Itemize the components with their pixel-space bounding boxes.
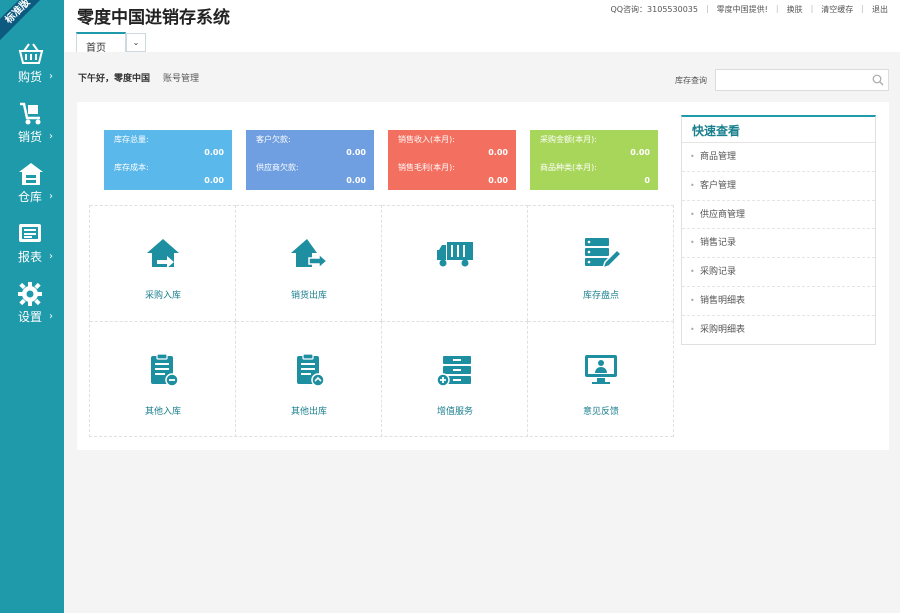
quick-item-purchase-records[interactable]: 采购记录: [682, 258, 875, 287]
stat-value: 0.00: [346, 148, 366, 157]
chevron-right-icon: ›: [49, 251, 53, 262]
sidebar-item-reports[interactable]: 报表 ›: [0, 222, 64, 280]
stat-value: 0.00: [488, 148, 508, 157]
tab-dropdown-button[interactable]: ⌄: [126, 33, 146, 52]
sidebar-item-purchase[interactable]: 购货 ›: [0, 42, 64, 100]
greeting-text: 下午好，零度中国: [78, 74, 151, 84]
tile-value-added[interactable]: 增值服务: [382, 321, 528, 437]
tile-sales-out[interactable]: 销货出库: [236, 205, 382, 321]
stat-value: 0.00: [204, 176, 224, 185]
stat-card-sales: 销售收入(本月): 0.00 销售毛利(本月): 0.00: [388, 130, 516, 190]
report-icon: [18, 222, 44, 246]
stack-edit-icon: [581, 236, 623, 272]
tile-label: 采购入库: [144, 291, 181, 301]
tile-other-out[interactable]: 其他出库: [236, 321, 382, 437]
provider-link[interactable]: 零度中国提供!: [717, 4, 768, 15]
tile-label: 库存盘点: [582, 291, 619, 301]
top-links: QQ咨询：3105530035 | 零度中国提供! | 换肤 | 清空缓存 | …: [610, 4, 888, 15]
clipboard-in-icon: [143, 352, 183, 388]
stat-label: 库存成本:: [114, 163, 149, 172]
tile-other-in[interactable]: 其他入库: [90, 321, 236, 437]
stat-label: 销售毛利(本月):: [398, 163, 455, 172]
sidebar-item-sales[interactable]: 销货 ›: [0, 102, 64, 160]
chevron-right-icon: ›: [49, 311, 53, 322]
sidebar-item-settings[interactable]: 设置 ›: [0, 282, 64, 340]
stat-label: 销售收入(本月):: [398, 135, 455, 144]
stat-label: 客户欠款:: [256, 135, 291, 144]
sidebar-item-label: 仓库: [18, 190, 43, 204]
tile-label: 增值服务: [436, 407, 473, 417]
stat-value: 0.00: [488, 176, 508, 185]
stock-search-box: [715, 69, 889, 91]
quick-item-products[interactable]: 商品管理: [682, 143, 875, 172]
stat-label: 采购金额(本月):: [540, 135, 597, 144]
chevron-right-icon: ›: [49, 191, 53, 202]
tile-label: 其他出库: [290, 407, 327, 417]
warehouse-icon: [18, 162, 44, 186]
stat-card-debts: 客户欠款: 0.00 供应商欠款: 0.00: [246, 130, 374, 190]
sidebar-item-label: 购货: [18, 70, 43, 84]
tile-stocktake[interactable]: 库存盘点: [528, 205, 674, 321]
quick-item-sales-detail[interactable]: 销售明细表: [682, 287, 875, 316]
chevron-right-icon: ›: [49, 131, 53, 142]
tile-transport[interactable]: [382, 205, 528, 321]
shortcut-grid: 采购入库 销货出库 库存盘点 其他入库 其他出库 增值服务 意见反馈: [89, 205, 674, 437]
search-icon[interactable]: [872, 74, 884, 86]
stat-label: 商品种类(本月):: [540, 163, 597, 172]
quick-item-customers[interactable]: 客户管理: [682, 172, 875, 201]
sidebar-item-label: 报表: [18, 250, 43, 264]
monitor-user-icon: [581, 352, 621, 388]
gear-icon: [18, 282, 44, 306]
truck-icon: [435, 236, 475, 272]
tile-purchase-in[interactable]: 采购入库: [90, 205, 236, 321]
quick-item-purchase-detail[interactable]: 采购明细表: [682, 316, 875, 345]
account-manage-link[interactable]: 账号管理: [163, 71, 199, 84]
chevron-right-icon: ›: [49, 71, 53, 82]
tile-label: 销货出库: [290, 291, 327, 301]
tile-label: 意见反馈: [582, 407, 619, 417]
qq-contact-link[interactable]: QQ咨询：3105530035: [610, 4, 698, 15]
stat-label: 供应商欠款:: [256, 163, 299, 172]
tile-feedback[interactable]: 意见反馈: [528, 321, 674, 437]
stat-value: 0: [644, 176, 650, 185]
quick-view-panel: 快速查看 商品管理 客户管理 供应商管理 销售记录 采购记录 销售明细表 采购明…: [681, 115, 876, 345]
stock-search-input[interactable]: [716, 70, 866, 90]
quick-view-title: 快速查看: [682, 117, 875, 143]
edition-badge: 标准版: [0, 0, 52, 46]
sidebar-item-warehouse[interactable]: 仓库 ›: [0, 162, 64, 220]
stat-card-purchase: 采购金额(本月): 0.00 商品种类(本月): 0: [530, 130, 658, 190]
quick-item-sales-records[interactable]: 销售记录: [682, 229, 875, 259]
change-skin-link[interactable]: 换肤: [787, 4, 803, 15]
sidebar-item-label: 销货: [18, 130, 43, 144]
app-title: 零度中国进销存系统: [77, 8, 230, 28]
tile-label: 其他入库: [144, 407, 181, 417]
header: 零度中国进销存系统 QQ咨询：3105530035 | 零度中国提供! | 换肤…: [64, 0, 900, 54]
house-in-icon: [143, 236, 183, 272]
stat-value: 0.00: [630, 148, 650, 157]
basket-icon: [18, 42, 44, 66]
stat-card-inventory: 库存总量: 0.00 库存成本: 0.00: [104, 130, 232, 190]
tab-home[interactable]: 首页: [76, 32, 126, 54]
cabinet-plus-icon: [435, 352, 475, 388]
clear-cache-link[interactable]: 清空缓存: [821, 4, 853, 15]
logout-link[interactable]: 退出: [872, 4, 888, 15]
stock-search-label: 库存查询: [675, 76, 707, 85]
sidebar-item-label: 设置: [18, 310, 43, 324]
house-out-icon: [289, 236, 329, 272]
sidebar: 标准版 购货 › 销货 › 仓库 › 报表 › 设置 ›: [0, 0, 64, 613]
quick-item-suppliers[interactable]: 供应商管理: [682, 201, 875, 230]
clipboard-out-icon: [289, 352, 329, 388]
stat-value: 0.00: [204, 148, 224, 157]
stat-value: 0.00: [346, 176, 366, 185]
cart-icon: [18, 102, 44, 126]
stat-label: 库存总量:: [114, 135, 149, 144]
dashboard-panel: 库存总量: 0.00 库存成本: 0.00 客户欠款: 0.00 供应商欠款: …: [77, 102, 889, 450]
